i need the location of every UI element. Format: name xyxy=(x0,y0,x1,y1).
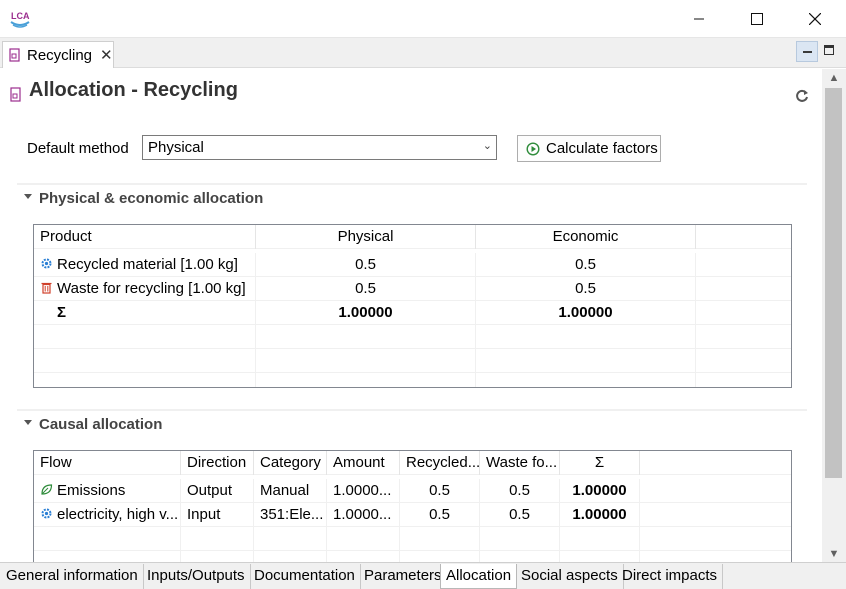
flow-category: 351:Ele... xyxy=(254,503,327,527)
physical-sum: 1.00000 xyxy=(256,301,476,325)
column-header-sum[interactable]: Σ xyxy=(560,451,640,475)
column-header-flow[interactable]: Flow xyxy=(34,451,181,475)
editor-tab-recycling[interactable]: Recycling ✕ xyxy=(2,41,114,68)
expand-triangle-icon xyxy=(24,194,32,199)
gear-icon xyxy=(41,258,52,269)
column-header-product[interactable]: Product xyxy=(34,225,256,249)
tab-close-icon[interactable]: ✕ xyxy=(100,46,113,64)
expand-triangle-icon xyxy=(24,420,32,425)
process-icon xyxy=(10,87,21,102)
physical-factor[interactable]: 0.5 xyxy=(256,277,476,301)
flow-amount: 1.0000... xyxy=(327,503,400,527)
causal-allocation-title: Causal allocation xyxy=(39,416,163,433)
app-logo-text: LCA xyxy=(11,11,30,21)
table-header: Product Physical Economic xyxy=(34,225,791,249)
tab-documentation[interactable]: Documentation xyxy=(249,564,361,589)
table-row[interactable]: Recycled material [1.00 kg] 0.5 0.5 xyxy=(34,253,791,277)
flow-amount: 1.0000... xyxy=(327,479,400,503)
editor-page-tabs: General information Inputs/Outputs Docum… xyxy=(0,562,846,589)
column-header-direction[interactable]: Direction xyxy=(181,451,254,475)
tab-parameters[interactable]: Parameters xyxy=(359,564,448,589)
window-titlebar: LCA xyxy=(0,0,846,38)
economic-factor[interactable]: 0.5 xyxy=(476,277,696,301)
table-row[interactable]: Emissions Output Manual 1.0000... 0.5 0.… xyxy=(34,479,791,503)
column-header-extra[interactable] xyxy=(696,225,791,249)
waste-factor[interactable]: 0.5 xyxy=(480,503,560,527)
trash-icon xyxy=(41,282,52,294)
column-header-amount[interactable]: Amount xyxy=(327,451,400,475)
leaf-icon xyxy=(41,484,53,495)
vertical-scrollbar[interactable]: ▲ ▼ xyxy=(822,69,846,562)
refresh-icon[interactable] xyxy=(794,88,810,104)
column-header-recycled[interactable]: Recycled... xyxy=(400,451,480,475)
maximize-icon xyxy=(751,13,763,25)
physical-allocation-table: Product Physical Economic Recycled mater… xyxy=(33,224,792,388)
table-header: Flow Direction Category Amount Recycled.… xyxy=(34,451,791,475)
tab-social-aspects[interactable]: Social aspects xyxy=(516,564,624,589)
column-header-extra[interactable] xyxy=(640,451,791,475)
flow-category: Manual xyxy=(254,479,327,503)
waste-factor[interactable]: 0.5 xyxy=(480,479,560,503)
minimize-icon xyxy=(694,18,704,20)
default-method-label: Default method xyxy=(27,140,129,157)
process-icon xyxy=(9,48,20,62)
column-header-physical[interactable]: Physical xyxy=(256,225,476,249)
editor-content: Allocation - Recycling Default method Ph… xyxy=(0,69,822,562)
scrollbar-thumb[interactable] xyxy=(825,88,842,478)
column-header-category[interactable]: Category xyxy=(254,451,327,475)
row-sum: 1.00000 xyxy=(560,503,640,527)
openlca-logo-icon: LCA xyxy=(10,11,30,28)
editor-tab-label: Recycling xyxy=(27,46,93,64)
close-icon xyxy=(809,13,821,25)
empty-row xyxy=(34,349,791,373)
tab-general-information[interactable]: General information xyxy=(1,564,144,589)
product-name: Waste for recycling [1.00 kg] xyxy=(57,280,246,297)
minimize-view-button[interactable] xyxy=(796,41,818,62)
physical-factor[interactable]: 0.5 xyxy=(256,253,476,277)
empty-row xyxy=(34,325,791,349)
flow-direction: Output xyxy=(181,479,254,503)
scroll-down-arrow-icon[interactable]: ▼ xyxy=(822,545,846,562)
empty-row xyxy=(34,373,791,387)
column-header-waste[interactable]: Waste fo... xyxy=(480,451,560,475)
tab-direct-impacts[interactable]: Direct impacts xyxy=(617,564,724,589)
default-method-select[interactable]: Physical ⌄ xyxy=(142,135,497,160)
row-sum: 1.00000 xyxy=(560,479,640,503)
maximize-view-button[interactable] xyxy=(824,45,834,55)
tab-allocation[interactable]: Allocation xyxy=(440,564,518,589)
chevron-down-icon: ⌄ xyxy=(482,140,492,152)
table-row[interactable]: electricity, high v... Input 351:Ele... … xyxy=(34,503,791,527)
calculate-factors-button[interactable]: Calculate factors xyxy=(517,135,661,162)
economic-sum: 1.00000 xyxy=(476,301,696,325)
gear-icon xyxy=(41,508,52,519)
recycled-factor[interactable]: 0.5 xyxy=(400,479,480,503)
empty-row xyxy=(34,527,791,551)
play-icon xyxy=(526,141,540,156)
scroll-up-arrow-icon[interactable]: ▲ xyxy=(822,69,846,86)
column-header-economic[interactable]: Economic xyxy=(476,225,696,249)
product-name: Recycled material [1.00 kg] xyxy=(57,256,238,273)
flow-name: Emissions xyxy=(57,482,126,499)
page-title: Allocation - Recycling xyxy=(29,79,238,101)
editor-tabbar: Recycling ✕ xyxy=(0,38,846,68)
tab-inputs-outputs[interactable]: Inputs/Outputs xyxy=(142,564,251,589)
empty-row xyxy=(34,551,791,562)
causal-allocation-section-header[interactable]: Causal allocation xyxy=(17,409,807,433)
recycled-factor[interactable]: 0.5 xyxy=(400,503,480,527)
flow-name: electricity, high v... xyxy=(57,506,179,523)
calculate-factors-label: Calculate factors xyxy=(546,140,658,157)
close-window-button[interactable] xyxy=(786,0,844,38)
sum-label: Σ xyxy=(34,301,256,325)
flow-direction: Input xyxy=(181,503,254,527)
minimize-window-button[interactable] xyxy=(670,0,728,38)
economic-factor[interactable]: 0.5 xyxy=(476,253,696,277)
sum-row: Σ 1.00000 1.00000 xyxy=(34,301,791,325)
default-method-value: Physical xyxy=(148,139,204,156)
table-row[interactable]: Waste for recycling [1.00 kg] 0.5 0.5 xyxy=(34,277,791,301)
maximize-window-button[interactable] xyxy=(728,0,786,38)
causal-allocation-table: Flow Direction Category Amount Recycled.… xyxy=(33,450,792,562)
physical-allocation-title: Physical & economic allocation xyxy=(39,190,264,207)
physical-allocation-section-header[interactable]: Physical & economic allocation xyxy=(17,183,807,207)
